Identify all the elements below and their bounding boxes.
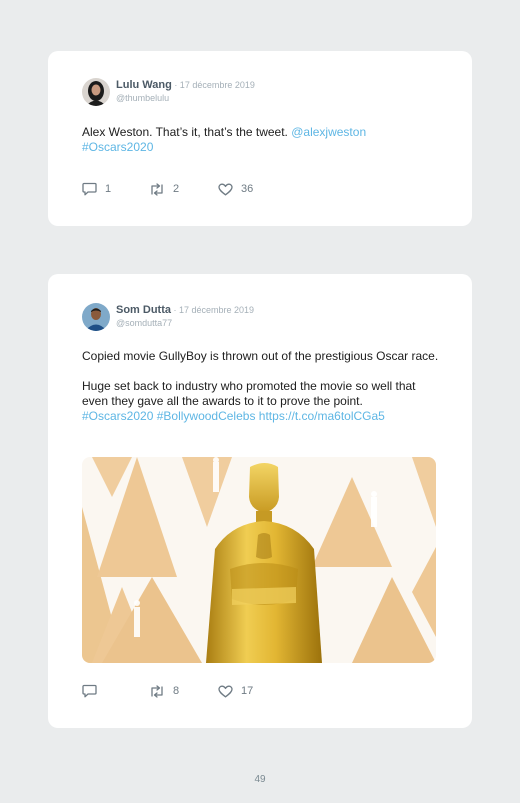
retweet-icon <box>149 182 165 196</box>
like-count: 36 <box>241 183 254 195</box>
retweet-icon <box>149 684 165 698</box>
like-count: 17 <box>241 685 254 697</box>
tweet-text-plain: Alex Weston. That’s it, that’s the tweet… <box>82 125 292 139</box>
mention-link[interactable]: @alexjweston <box>291 125 366 139</box>
reply-button[interactable] <box>82 684 149 698</box>
tweet-date[interactable]: · 17 décembre 2019 <box>171 305 255 315</box>
url-link[interactable]: https://t.co/ma6tolCGa5 <box>259 409 385 423</box>
tweet-card[interactable]: Som Dutta · 17 décembre 2019 @somdutta77… <box>48 274 472 728</box>
retweet-button[interactable]: 2 <box>149 182 218 196</box>
author-name[interactable]: Lulu Wang <box>116 79 172 91</box>
author-name[interactable]: Som Dutta <box>116 304 171 316</box>
tweet-date[interactable]: · 17 décembre 2019 <box>172 80 255 90</box>
reply-button[interactable]: 1 <box>82 182 149 196</box>
hashtag-link[interactable]: #BollywoodCelebs <box>157 409 256 423</box>
tweet-paragraph: Copied movie GullyBoy is thrown out of t… <box>82 349 439 363</box>
author-handle[interactable]: @somdutta77 <box>116 317 254 329</box>
tweet-meta: Lulu Wang · 17 décembre 2019 @thumbelulu <box>116 78 255 106</box>
reply-icon <box>82 182 97 196</box>
hashtag-link[interactable]: #Oscars2020 <box>82 140 153 154</box>
avatar[interactable] <box>82 303 110 331</box>
tweet-text-plain: Huge set back to industry who promoted t… <box>82 379 416 408</box>
tweet-media-image[interactable] <box>82 457 436 663</box>
tweet-header: Som Dutta · 17 décembre 2019 @somdutta77 <box>82 303 254 331</box>
avatar[interactable] <box>82 78 110 106</box>
retweet-count: 8 <box>173 685 180 697</box>
hashtag-link[interactable]: #Oscars2020 <box>82 409 153 423</box>
tweet-card[interactable]: Lulu Wang · 17 décembre 2019 @thumbelulu… <box>48 51 472 226</box>
like-button[interactable]: 36 <box>218 183 253 196</box>
reply-count: 1 <box>105 183 112 195</box>
tweet-paragraph: Huge set back to industry who promoted t… <box>82 379 442 424</box>
retweet-count: 2 <box>173 183 180 195</box>
tweet-actions: 1 2 36 <box>82 182 253 196</box>
retweet-button[interactable]: 8 <box>149 684 218 698</box>
tweet-actions: 8 17 <box>82 684 253 698</box>
tweet-meta: Som Dutta · 17 décembre 2019 @somdutta77 <box>116 303 254 331</box>
like-button[interactable]: 17 <box>218 685 253 698</box>
like-icon <box>218 685 233 698</box>
tweet-text: Copied movie GullyBoy is thrown out of t… <box>82 349 442 424</box>
reply-icon <box>82 684 97 698</box>
tweet-text: Alex Weston. That’s it, that’s the tweet… <box>82 125 442 155</box>
like-icon <box>218 183 233 196</box>
page-number: 49 <box>254 774 266 785</box>
tweet-header: Lulu Wang · 17 décembre 2019 @thumbelulu <box>82 78 255 106</box>
author-handle[interactable]: @thumbelulu <box>116 92 255 104</box>
